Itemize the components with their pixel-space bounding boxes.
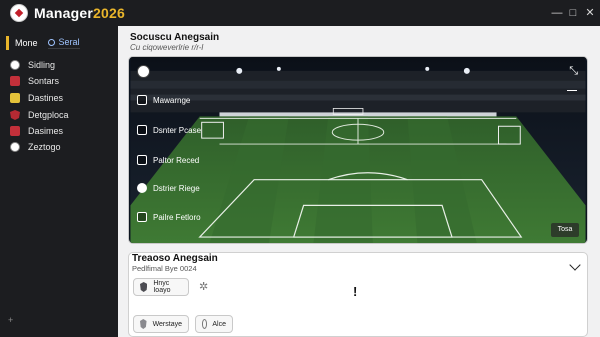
shield-icon <box>140 282 148 292</box>
gear-icon[interactable]: ✲ <box>199 281 211 293</box>
team-badge-icon <box>137 155 147 165</box>
shield-icon <box>140 319 147 329</box>
sidebar-item-label: Dasimes <box>28 126 64 136</box>
sidebar-search-label: Seral <box>58 37 80 47</box>
team-badge-icon <box>137 212 147 222</box>
close-button[interactable]: ✕ <box>583 6 597 20</box>
pitch-action-button[interactable]: Tosa <box>551 223 579 237</box>
sidebar-item-zeztogo[interactable]: Zeztogo <box>10 140 110 154</box>
sidebar: Mone Seral Sidling Sontars Dastines Detg… <box>0 26 118 337</box>
sidebar-item-label: Zeztogo <box>28 142 61 152</box>
app-window: Manager2026 — □ ✕ Mone Seral Sidling Son… <box>0 0 600 337</box>
sidebar-top: Mone Seral <box>6 34 112 52</box>
overlay-item[interactable]: Paltor Reced <box>137 153 199 167</box>
soccer-ball-icon <box>137 183 147 193</box>
sidebar-item-sidling[interactable]: Sidling <box>10 58 110 72</box>
maximize-button[interactable]: □ <box>566 6 580 20</box>
lower-panel: Treaoso Anegsain Pedlfimal Bye 0024 Hnyc… <box>128 252 588 337</box>
title-bar: Manager2026 — □ ✕ <box>0 0 600 26</box>
sidebar-item-detgploca[interactable]: Detgploca <box>10 108 110 122</box>
pitch-overlay-list: Mawarnge Dsnter Pcase Paltor Reced Dstri… <box>137 57 227 243</box>
sidebar-home[interactable]: Mone <box>6 36 38 50</box>
main-panel: Socuscu Anegsain Cu ciqoweverlrie r/r-l <box>118 26 600 337</box>
alert-icon: ! <box>353 284 358 299</box>
expand-icon[interactable]: ⤡ <box>569 65 578 78</box>
chevron-down-icon[interactable] <box>569 259 581 271</box>
app-logo-icon <box>10 4 28 22</box>
section-subtitle: Cu ciqoweverlrie r/r-l <box>130 43 204 52</box>
overlay-item-label: Dsnter Pcase <box>153 125 202 135</box>
overlay-item[interactable]: Pailre Fetloro <box>137 210 201 224</box>
crest-icon <box>202 319 208 329</box>
sidebar-search[interactable]: Seral <box>47 37 80 49</box>
pitch-view[interactable]: ⤡ Mawarnge Dsnter Pcase Paltor Reced Dst… <box>128 56 588 244</box>
sidebar-item-label: Dastines <box>28 93 64 103</box>
overlay-item-label: Pailre Fetloro <box>153 212 201 222</box>
lower-panel-subtitle: Pedlfimal Bye 0024 <box>132 264 197 273</box>
overlay-item[interactable]: Dsnter Pcase <box>137 123 201 137</box>
active-indicator <box>6 36 9 50</box>
overlay-item[interactable]: Dstrier Riege <box>137 181 200 195</box>
sidebar-item-label: Sontars <box>28 76 60 86</box>
minimize-button[interactable]: — <box>550 6 564 20</box>
app-title: Manager2026 <box>34 5 125 21</box>
red-shield-icon <box>10 110 20 120</box>
divider <box>567 90 577 91</box>
overlay-item-label: Mawarnge <box>153 95 191 105</box>
section-title: Socuscu Anegsain <box>130 32 220 43</box>
soccer-ball-icon <box>10 142 20 152</box>
sidebar-item-sontars[interactable]: Sontars <box>10 74 110 88</box>
app-title-year: 2026 <box>92 5 125 21</box>
red-badge-icon <box>10 76 20 86</box>
yellow-card-icon <box>10 93 20 103</box>
lower-panel-title: Treaoso Anegsain <box>132 253 218 264</box>
team-badge-icon <box>137 125 147 135</box>
sidebar-item-dastines[interactable]: Dastines <box>10 91 110 105</box>
sidebar-item-label: Detgploca <box>28 110 69 120</box>
overlay-item[interactable]: Mawarnge <box>137 93 190 107</box>
team-chip[interactable]: Hnyc Ioayo <box>133 278 189 296</box>
team-chip[interactable]: Alce <box>195 315 233 333</box>
team-badge-icon <box>137 95 147 105</box>
team-chip-label: Alce <box>212 320 226 328</box>
search-icon <box>47 38 55 46</box>
soccer-ball-icon <box>10 60 20 70</box>
team-chip-label: Hnyc Ioayo <box>153 280 171 294</box>
sidebar-add-button[interactable]: + <box>8 315 13 325</box>
sidebar-item-label: Sidling <box>28 60 56 70</box>
app-title-name: Manager <box>34 5 93 21</box>
team-chip[interactable]: Werstaye <box>133 315 189 333</box>
sidebar-home-label: Mone <box>15 38 38 48</box>
red-badge-icon <box>10 126 20 136</box>
overlay-item-label: Dstrier Riege <box>153 183 200 193</box>
sidebar-item-dasimes[interactable]: Dasimes <box>10 124 110 138</box>
team-chip-label: Werstaye <box>152 320 182 328</box>
overlay-item-label: Paltor Reced <box>153 155 200 165</box>
